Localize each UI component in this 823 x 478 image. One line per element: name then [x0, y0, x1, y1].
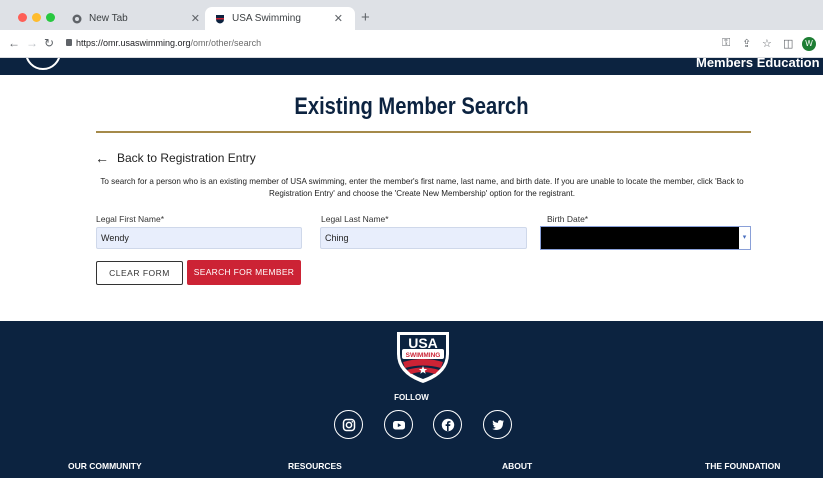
chevron-down-icon: ▾ — [739, 227, 750, 249]
lock-icon — [66, 39, 72, 46]
instagram-icon — [342, 418, 356, 432]
youtube-button[interactable] — [384, 410, 413, 439]
url-path: /omr/other/search — [190, 38, 262, 48]
facebook-icon — [441, 418, 455, 432]
maximize-window-button[interactable] — [46, 13, 55, 22]
clear-form-button[interactable]: CLEAR FORM — [96, 261, 183, 285]
logo-text-swimming: SWIMMING — [406, 352, 441, 359]
chrome-icon — [72, 14, 82, 24]
profile-avatar[interactable]: W — [802, 37, 816, 51]
birth-date-select[interactable]: ▾ — [540, 226, 751, 250]
footer-column-about[interactable]: ABOUT — [502, 461, 532, 471]
usa-swimming-logo-icon[interactable]: USA SWIMMING — [393, 328, 453, 384]
browser-toolbar: ← → ↻ https://omr.usaswimming.org/omr/ot… — [0, 30, 823, 58]
usa-swimming-favicon-icon — [215, 14, 225, 24]
footer-column-our-community[interactable]: OUR COMMUNITY — [68, 461, 142, 471]
tab-usa-swimming[interactable]: USA Swimming ✕ — [205, 7, 355, 30]
birth-date-label: Birth Date* — [547, 214, 589, 224]
address-bar[interactable]: https://omr.usaswimming.org/omr/other/se… — [76, 38, 261, 48]
close-tab-icon[interactable]: ✕ — [191, 12, 200, 25]
footer-column-resources[interactable]: RESOURCES — [288, 461, 342, 471]
close-window-button[interactable] — [18, 13, 27, 22]
last-name-input[interactable]: Ching — [320, 227, 527, 249]
forward-arrow-icon[interactable]: → — [26, 36, 38, 50]
back-link-label: Back to Registration Entry — [117, 151, 256, 165]
instagram-button[interactable] — [334, 410, 363, 439]
search-for-member-button[interactable]: SEARCH FOR MEMBER — [187, 260, 301, 285]
youtube-icon — [393, 421, 405, 430]
back-arrow-icon[interactable]: ← — [8, 36, 20, 50]
minimize-window-button[interactable] — [32, 13, 41, 22]
page-title: Existing Member Search — [294, 93, 529, 120]
tab-new-tab[interactable]: New Tab ✕ — [62, 7, 212, 30]
footer-column-the-foundation[interactable]: THE FOUNDATION — [705, 461, 780, 471]
bookmark-star-icon[interactable]: ☆ — [762, 37, 772, 50]
close-tab-icon[interactable]: ✕ — [334, 12, 343, 25]
facebook-button[interactable] — [433, 410, 462, 439]
url-host: https://omr.usaswimming.org — [76, 38, 191, 48]
follow-label: FOLLOW — [394, 393, 429, 402]
new-tab-button[interactable]: + — [361, 9, 370, 26]
title-divider — [96, 131, 751, 133]
logo-text-usa: USA — [408, 335, 438, 351]
site-footer: USA SWIMMING FOLLOW OUR COMMUNITY RESOUR… — [0, 321, 823, 478]
browser-tab-strip: New Tab ✕ USA Swimming ✕ + — [0, 0, 823, 30]
reload-icon[interactable]: ↻ — [44, 36, 54, 50]
search-instructions: To search for a person who is an existin… — [100, 177, 744, 198]
site-logo-icon[interactable] — [25, 58, 61, 70]
header-nav[interactable]: Members Education — [696, 58, 820, 70]
site-header: Members Education — [0, 58, 823, 75]
back-to-registration-link[interactable]: ← Back to Registration Entry — [95, 150, 256, 166]
twitter-icon — [492, 420, 504, 430]
key-icon[interactable]: ⚿ — [722, 37, 730, 50]
sidebar-icon[interactable]: ◫ — [783, 37, 793, 50]
left-arrow-icon: ← — [95, 150, 109, 166]
first-name-input[interactable]: Wendy — [96, 227, 302, 249]
share-icon[interactable]: ⇪ — [742, 37, 751, 50]
twitter-button[interactable] — [483, 410, 512, 439]
tab-label: New Tab — [89, 13, 128, 24]
tab-label: USA Swimming — [232, 13, 301, 24]
first-name-label: Legal First Name* — [96, 214, 165, 224]
last-name-label: Legal Last Name* — [321, 214, 389, 224]
